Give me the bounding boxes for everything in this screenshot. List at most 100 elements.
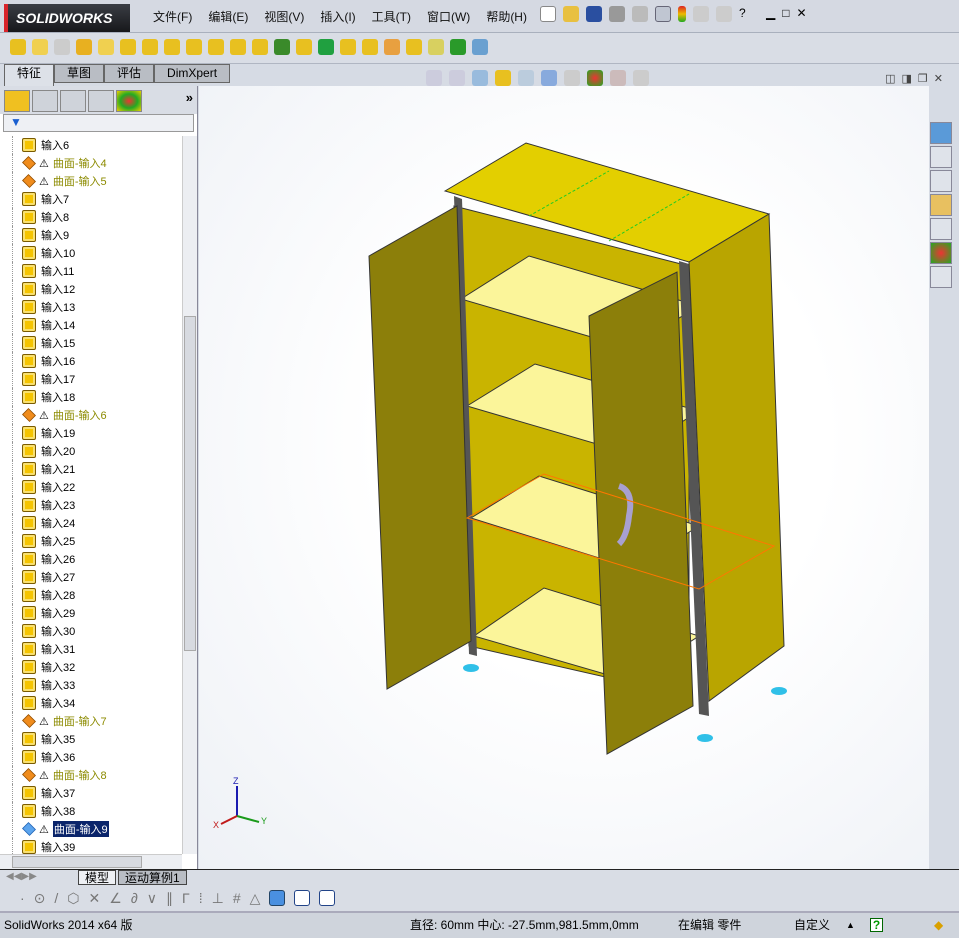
menu-help[interactable]: 帮助(H) <box>478 8 535 25</box>
grid-icon[interactable]: # <box>233 890 241 907</box>
tree-item-feature[interactable]: 输入10 <box>0 244 182 262</box>
table-icon[interactable] <box>319 890 336 906</box>
configuration-manager-icon[interactable] <box>60 90 86 112</box>
curves-icon[interactable] <box>450 39 466 55</box>
menu-insert[interactable]: 插入(I) <box>312 8 363 25</box>
tree-item-feature[interactable]: 输入26 <box>0 550 182 568</box>
tab-dimxpert[interactable]: DimXpert <box>154 64 231 83</box>
appearances-icon[interactable] <box>930 242 952 264</box>
circle-icon[interactable]: ⊙ <box>34 890 46 907</box>
maximize-icon[interactable]: □ <box>782 6 789 22</box>
help-icon[interactable]: ? <box>739 6 759 22</box>
hide-show-items-icon[interactable] <box>564 70 580 86</box>
tree-item-feature[interactable]: 输入33 <box>0 676 182 694</box>
previous-view-icon[interactable] <box>472 70 488 86</box>
tree-item-feature[interactable]: 输入21 <box>0 460 182 478</box>
tree-item-feature[interactable]: 输入16 <box>0 352 182 370</box>
linear-pattern-icon[interactable] <box>274 39 290 55</box>
zoom-to-area-icon[interactable] <box>449 70 465 86</box>
tree-item-surface[interactable]: ⚠ 曲面-输入7 <box>0 712 182 730</box>
angle-icon[interactable]: ∠ <box>109 890 122 907</box>
tab-features[interactable]: 特征 <box>4 64 55 86</box>
3d-view-icon[interactable] <box>269 890 286 906</box>
view-orientation-icon[interactable] <box>518 70 534 86</box>
units-text[interactable]: 自定义 <box>794 913 830 938</box>
tab-motion-study[interactable]: 运动算例1 <box>118 870 187 885</box>
sweep-icon[interactable] <box>54 39 70 55</box>
feature-tree-icon[interactable] <box>4 90 30 112</box>
tree-item-feature[interactable]: 输入34 <box>0 694 182 712</box>
extrude-boss-icon[interactable] <box>10 39 26 55</box>
tab-sketch[interactable]: 草图 <box>54 64 105 83</box>
section-view-icon[interactable] <box>495 70 511 86</box>
tree-item-feature[interactable]: 输入24 <box>0 514 182 532</box>
tree-item-feature[interactable]: 输入35 <box>0 730 182 748</box>
window-icon[interactable] <box>294 890 311 906</box>
file-properties-icon[interactable] <box>693 6 709 22</box>
tree-horizontal-scrollbar[interactable] <box>0 854 182 869</box>
custom-properties-icon[interactable] <box>930 266 952 288</box>
intersect-icon[interactable] <box>384 39 400 55</box>
tree-item-feature[interactable]: 输入27 <box>0 568 182 586</box>
tree-item-feature[interactable]: 输入18 <box>0 388 182 406</box>
view-palette-icon[interactable] <box>930 218 952 240</box>
tree-item-surface[interactable]: ⚠ 曲面-输入5 <box>0 172 182 190</box>
new-icon[interactable] <box>540 6 556 22</box>
property-manager-icon[interactable] <box>32 90 58 112</box>
dimxpert-manager-icon[interactable] <box>88 90 114 112</box>
resources-icon[interactable] <box>930 122 952 144</box>
tab-model[interactable]: 模型 <box>78 870 117 885</box>
rectangle-dotted-icon[interactable]: ⁞ <box>199 890 203 907</box>
home-icon[interactable] <box>930 146 952 168</box>
instant3d-icon[interactable] <box>472 39 488 55</box>
point-icon[interactable]: · <box>20 890 25 907</box>
doc-close-icon[interactable]: ✕ <box>934 72 943 85</box>
menu-tools[interactable]: 工具(T) <box>364 8 419 25</box>
tree-item-feature[interactable]: 输入38 <box>0 802 182 820</box>
tree-item-feature[interactable]: 输入9 <box>0 226 182 244</box>
menu-view[interactable]: 视图(V) <box>256 8 312 25</box>
tree-item-feature[interactable]: 输入8 <box>0 208 182 226</box>
rebuild-icon[interactable] <box>678 6 686 22</box>
zoom-to-fit-icon[interactable] <box>426 70 442 86</box>
minimize-icon[interactable]: ▁ <box>766 6 775 22</box>
tag-icon[interactable]: ◆ <box>934 913 943 938</box>
tree-item-surface[interactable]: ⚠ 曲面-输入9 <box>0 820 182 838</box>
cut-extrude-icon[interactable] <box>120 39 136 55</box>
revolve-icon[interactable] <box>32 39 48 55</box>
filter-icon[interactable]: ▼ <box>3 114 194 132</box>
tree-item-feature[interactable]: 输入29 <box>0 604 182 622</box>
tree-item-surface[interactable]: ⚠ 曲面-输入4 <box>0 154 182 172</box>
tree-item-feature[interactable]: 输入7 <box>0 190 182 208</box>
design-library-icon[interactable] <box>930 170 952 192</box>
menu-file[interactable]: 文件(F) <box>145 8 200 25</box>
display-style-icon[interactable] <box>541 70 557 86</box>
tree-item-feature[interactable]: 输入14 <box>0 316 182 334</box>
tree-item-feature[interactable]: 输入25 <box>0 532 182 550</box>
draft-icon[interactable] <box>318 39 334 55</box>
doc-restore-icon[interactable]: ❐ <box>918 72 928 85</box>
tree-item-feature[interactable]: 输入36 <box>0 748 182 766</box>
expand-icon[interactable]: » <box>186 90 193 110</box>
polygon-icon[interactable]: ⬡ <box>67 890 79 907</box>
tab-evaluate[interactable]: 评估 <box>104 64 155 83</box>
graphics-area[interactable]: Z Y X <box>199 86 929 870</box>
tree-item-feature[interactable]: 输入32 <box>0 658 182 676</box>
tree-item-feature[interactable]: 输入28 <box>0 586 182 604</box>
tree-item-feature[interactable]: 输入37 <box>0 784 182 802</box>
loft-cut-icon[interactable] <box>208 39 224 55</box>
sweep-cut-icon[interactable] <box>186 39 202 55</box>
close-icon[interactable]: ✕ <box>796 6 806 22</box>
edit-appearance-icon[interactable] <box>587 70 603 86</box>
open-icon[interactable] <box>563 6 579 22</box>
tree-item-feature[interactable]: 输入31 <box>0 640 182 658</box>
constraint-icon[interactable]: ∂ <box>131 890 138 907</box>
view-settings-icon[interactable] <box>633 70 649 86</box>
wrap-icon[interactable] <box>362 39 378 55</box>
tree-vertical-scrollbar[interactable] <box>182 136 197 854</box>
fillet-icon[interactable] <box>252 39 268 55</box>
split-icon[interactable]: ◨ <box>902 72 912 85</box>
shell-icon[interactable] <box>340 39 356 55</box>
apply-scene-icon[interactable] <box>610 70 626 86</box>
save-icon[interactable] <box>586 6 602 22</box>
